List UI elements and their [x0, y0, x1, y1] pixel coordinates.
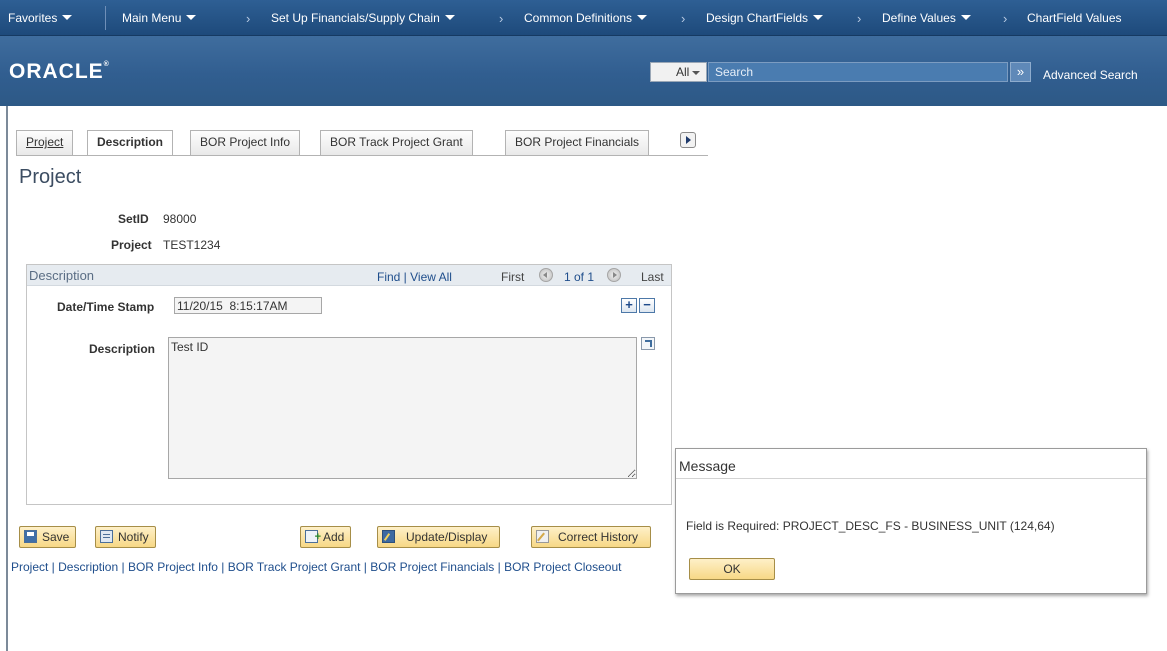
delete-row-button[interactable]: − [639, 298, 655, 313]
last-label: Last [641, 270, 664, 284]
project-label: Project [111, 238, 152, 252]
update-display-button[interactable]: Update/Display [377, 526, 501, 548]
correct-history-button[interactable]: Correct History [531, 526, 652, 548]
breadcrumb-separator-icon: › [681, 11, 686, 26]
breadcrumb-chartfield-values[interactable]: ChartField Values [1027, 0, 1122, 36]
description-group-title: Description [29, 268, 95, 283]
tab-label: Description [97, 135, 164, 149]
history-label: Correct History [558, 530, 639, 544]
previous-row-icon[interactable] [539, 268, 553, 282]
breadcrumb-design-chartfields[interactable]: Design ChartFields [706, 0, 824, 36]
add-button[interactable]: Add [300, 526, 352, 548]
breadcrumb-define-values[interactable]: Define Values [882, 0, 971, 36]
chevron-down-icon [62, 15, 73, 20]
chevron-down-icon [186, 15, 197, 20]
notify-label: Notify [118, 530, 149, 544]
ok-button[interactable]: OK [689, 558, 775, 580]
description-textarea[interactable]: Test ID [168, 337, 637, 479]
tab-label: BOR Project Financials [515, 135, 640, 149]
footer-tab-links[interactable]: Project | Description | BOR Project Info… [11, 560, 673, 574]
breadcrumb-separator-icon: › [857, 11, 862, 26]
tab-description[interactable]: Description [87, 130, 174, 156]
main-menu[interactable]: Main Menu [122, 0, 197, 36]
save-label: Save [42, 530, 70, 544]
description-group-header: Description Find | View All First 1 of 1… [27, 265, 671, 286]
breadcrumb-label: Define Values [882, 11, 956, 25]
tab-label: Project [26, 135, 64, 149]
date-time-stamp-label: Date/Time Stamp [57, 300, 155, 314]
history-icon [536, 530, 549, 543]
tab-bor-track-project-grant[interactable]: BOR Track Project Grant [320, 130, 473, 155]
search-scope-select[interactable]: All [650, 62, 707, 82]
page-title: Project [19, 166, 82, 188]
tab-bor-project-info[interactable]: BOR Project Info [190, 130, 301, 155]
tab-project[interactable]: Project [16, 130, 74, 155]
setid-value: 98000 [163, 212, 197, 226]
setid-label: SetID [118, 212, 149, 226]
first-label: First [501, 270, 525, 284]
advanced-search-link[interactable]: Advanced Search [1043, 68, 1138, 82]
save-icon [24, 530, 37, 543]
date-time-stamp-field[interactable] [174, 297, 322, 314]
add-label: Add [323, 530, 345, 544]
expand-textarea-icon[interactable] [641, 337, 655, 350]
breadcrumb-label: Design ChartFields [706, 11, 809, 25]
chevron-down-icon [960, 15, 971, 20]
breadcrumb-common-definitions[interactable]: Common Definitions [524, 0, 648, 36]
logo-text: ORACLE [9, 60, 104, 83]
plus-icon: + [625, 297, 633, 312]
next-tabs-arrow-icon[interactable] [680, 132, 696, 148]
breadcrumb-separator-icon: › [1003, 11, 1008, 26]
chevron-down-icon [637, 15, 648, 20]
dialog-header: Message [676, 449, 1146, 479]
next-row-icon[interactable] [607, 268, 621, 282]
breadcrumb-setup-financials[interactable]: Set Up Financials/Supply Chain [271, 0, 455, 36]
chevron-down-icon [444, 15, 455, 20]
update-label: Update/Display [406, 530, 488, 544]
double-chevron-right-icon: » [1016, 64, 1025, 79]
tab-bor-project-financials[interactable]: BOR Project Financials [505, 130, 650, 155]
notify-button[interactable]: Notify [95, 526, 156, 548]
add-row-button[interactable]: + [621, 298, 637, 313]
oracle-logo: ORACLE® [9, 60, 109, 84]
find-view-all-link[interactable]: Find | View All [377, 270, 452, 284]
dialog-title: Message [679, 458, 736, 474]
description-label: Description [89, 342, 156, 356]
search-go-button[interactable]: » [1010, 62, 1031, 82]
row-counter: 1 of 1 [564, 270, 595, 284]
tab-divider [16, 155, 708, 156]
save-button[interactable]: Save [19, 526, 77, 548]
dialog-message: Field is Required: PROJECT_DESC_FS - BUS… [686, 519, 1055, 533]
search-scope-value: All [676, 65, 690, 79]
breadcrumb-label: Common Definitions [524, 11, 633, 25]
notify-icon [100, 530, 113, 543]
dropdown-arrow-icon [692, 71, 700, 75]
breadcrumb-separator-icon: › [499, 11, 504, 26]
nav-divider [105, 6, 106, 30]
main-menu-label: Main Menu [122, 11, 182, 25]
project-value: TEST1234 [163, 238, 221, 252]
update-icon [382, 530, 395, 543]
favorites-menu[interactable]: Favorites [8, 0, 73, 36]
top-nav-bar: Favorites Main Menu › Set Up Financials/… [0, 0, 1167, 36]
breadcrumb-label: Set Up Financials/Supply Chain [271, 11, 440, 25]
breadcrumb-separator-icon: › [246, 11, 251, 26]
header-bar: ORACLE® All » Advanced Search [0, 36, 1167, 106]
breadcrumb-label: ChartField Values [1027, 11, 1122, 25]
message-dialog: Message Field is Required: PROJECT_DESC_… [675, 448, 1147, 594]
trademark-icon: ® [103, 61, 109, 68]
favorites-label: Favorites [8, 11, 58, 25]
tab-label: BOR Project Info [200, 135, 291, 149]
chevron-down-icon [813, 15, 824, 20]
tab-label: BOR Track Project Grant [330, 135, 463, 149]
search-input[interactable] [708, 62, 1008, 82]
add-icon [305, 527, 321, 547]
minus-icon: − [643, 297, 651, 312]
